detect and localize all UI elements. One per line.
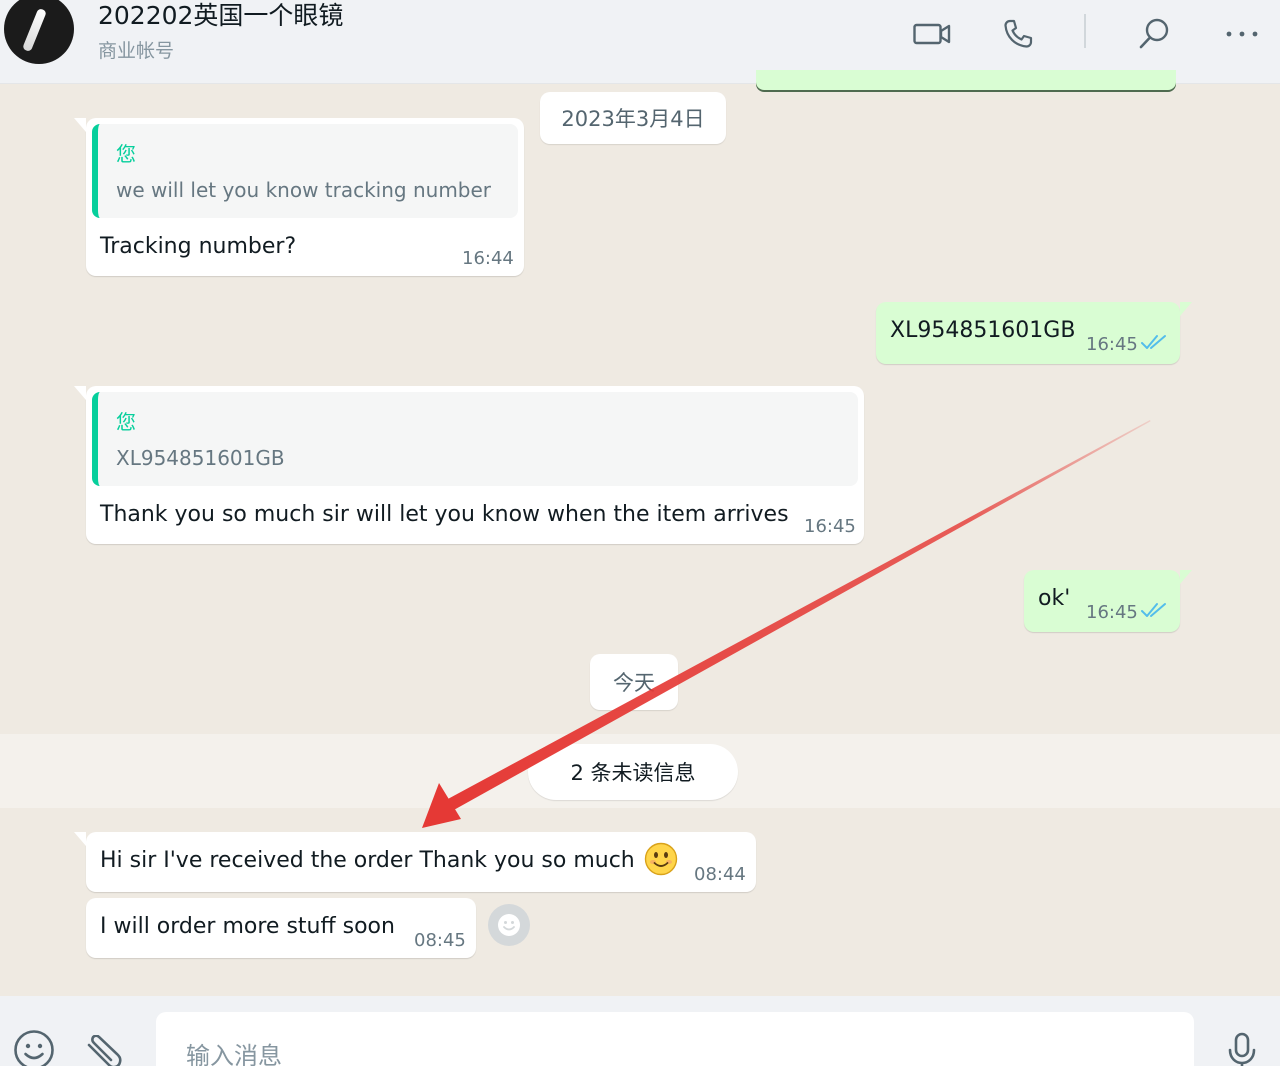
message-input[interactable] xyxy=(156,1012,1194,1066)
microphone-icon[interactable] xyxy=(1220,1030,1264,1066)
emoji-icon[interactable] xyxy=(12,1028,56,1066)
arrow-shaft xyxy=(446,420,1151,811)
attach-icon[interactable] xyxy=(82,1032,126,1066)
annotation-arrow xyxy=(422,420,1151,828)
